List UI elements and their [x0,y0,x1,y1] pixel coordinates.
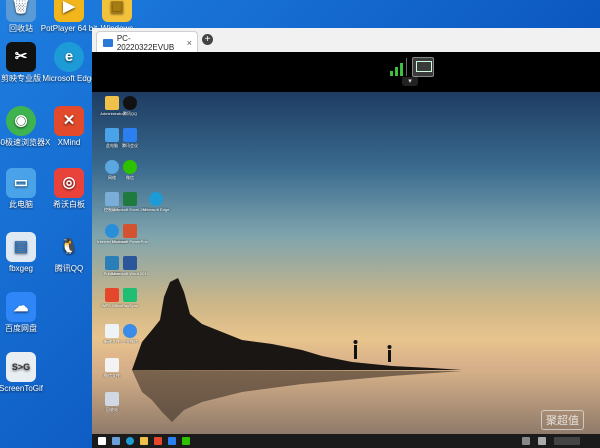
toolbar-divider [406,58,407,76]
tray-clock-icon[interactable] [554,437,580,445]
desktop-icon-label: 腾讯QQ [54,264,84,273]
remote-toolbar: ▾ [92,52,600,92]
remote-icon-edge[interactable]: Microsoft Edge [138,192,174,212]
powerpoint-icon [123,224,137,238]
desktop-icon-label: XMind [57,138,81,147]
seewo-icon: ◎ [54,168,84,198]
desktop-icon-seewo[interactable]: ◎ 希沃白板 [38,168,100,210]
360-browser-icon: ◉ [6,106,36,136]
excel-icon [123,192,137,206]
remote-icon-word[interactable]: Microsoft Word 2010 [112,256,148,276]
edge-icon: e [54,42,84,72]
cloud-icon: ☁ [6,292,36,322]
watermark: 聚超值 [541,410,584,430]
screentogif-icon: S>G [6,352,36,382]
jianying-icon: ✂ [6,42,36,72]
edge-icon[interactable] [126,437,134,445]
monitor-icon [103,38,113,47]
desktop-icon-baidu-netdisk[interactable]: ☁ 百度网盘 [0,292,52,334]
tab-title: PC-20220322EVUB [116,33,175,52]
desktop-icon-edge[interactable]: e Microsoft Edge [38,42,100,84]
remote-icon-wechat[interactable]: 微信 [112,160,148,180]
remote-icon-qq[interactable]: 腾讯QQ [112,96,148,116]
remote-icon-wecom[interactable]: 企业微信 [112,324,148,344]
meeting-icon [123,128,137,142]
qq-penguin-icon [123,96,137,110]
icon-label: 微信文件 [104,373,120,378]
icon-label: Microsoft Edge [142,207,170,212]
file-explorer-icon[interactable] [140,437,148,445]
recycle-bin-icon [105,392,119,406]
folder-icon: ▣ [102,0,132,22]
desktop-icon-label: Microsoft Edge [42,74,96,83]
icon-label: 腾讯QQ [122,111,138,116]
potplayer-icon: ▶ [54,0,84,22]
desktop-icon-label: ScreenToGif [0,384,44,393]
wallpaper-landscape [92,278,600,434]
desktop-icon-label: 百度网盘 [5,324,37,333]
wps-icon[interactable] [154,437,162,445]
search-icon[interactable] [112,437,120,445]
remote-taskbar [92,434,600,448]
remote-icon-raysync[interactable]: RaySync [112,288,148,308]
close-icon[interactable]: × [187,38,192,48]
icon-label: 微信 [126,175,134,180]
wechat-icon[interactable] [182,437,190,445]
wecom-icon [123,324,137,338]
desktop-icon-qq[interactable]: 🐧 腾讯QQ [38,232,100,274]
desktop-icon-xmind[interactable]: ✕ XMind [38,106,100,148]
remote-desktop-window: PC-20220322EVUB × + ▾ Administrator 腾讯QQ… [92,28,600,448]
computer-icon: ▭ [6,168,36,198]
icon-label: 腾讯会议 [122,143,138,148]
tab-remote-pc[interactable]: PC-20220322EVUB × [96,31,198,53]
word-icon [123,256,137,270]
chevron-down-icon[interactable]: ▾ [402,77,418,86]
desktop-icon-label: 希沃白板 [53,200,85,209]
icon-label: RaySync [121,303,138,308]
signal-strength-icon [390,63,403,76]
tab-bar: PC-20220322EVUB × + [92,28,600,53]
icon-label: Microsoft Word 2010 [112,271,148,276]
qq-penguin-icon[interactable] [168,437,176,445]
tray-network-icon[interactable] [522,437,530,445]
remote-icon-powerpoint[interactable]: Microsoft PowerPoint [112,224,148,244]
wechat-icon [123,160,137,174]
xmind-icon: ✕ [54,106,84,136]
remote-icon-recycle-bin[interactable]: 回收站 [94,392,130,412]
icon-label: 企业微信 [122,339,138,344]
qq-penguin-icon: 🐧 [59,238,79,255]
document-icon: ▤ [6,232,36,262]
display-settings-icon[interactable] [412,57,434,77]
start-icon[interactable] [98,437,106,445]
remote-icon-wechat-file[interactable]: 微信文件 [94,358,130,378]
add-tab-button[interactable]: + [202,34,213,45]
remote-icon-tencent-meeting[interactable]: 腾讯会议 [112,128,148,148]
edge-icon [149,192,163,206]
icon-label: Microsoft PowerPoint [112,239,148,244]
icon-label: 回收站 [106,407,118,412]
tray-volume-icon[interactable] [538,437,546,445]
recycle-bin-icon: 🗑 [6,0,36,22]
desktop-icon-screentogif[interactable]: S>G ScreenToGif [0,352,52,394]
raysync-icon [123,288,137,302]
remote-screen[interactable]: Administrator 腾讯QQ 此电脑 腾讯会议 网络 微信 控制面板 M… [92,92,600,434]
file-icon [105,358,119,372]
